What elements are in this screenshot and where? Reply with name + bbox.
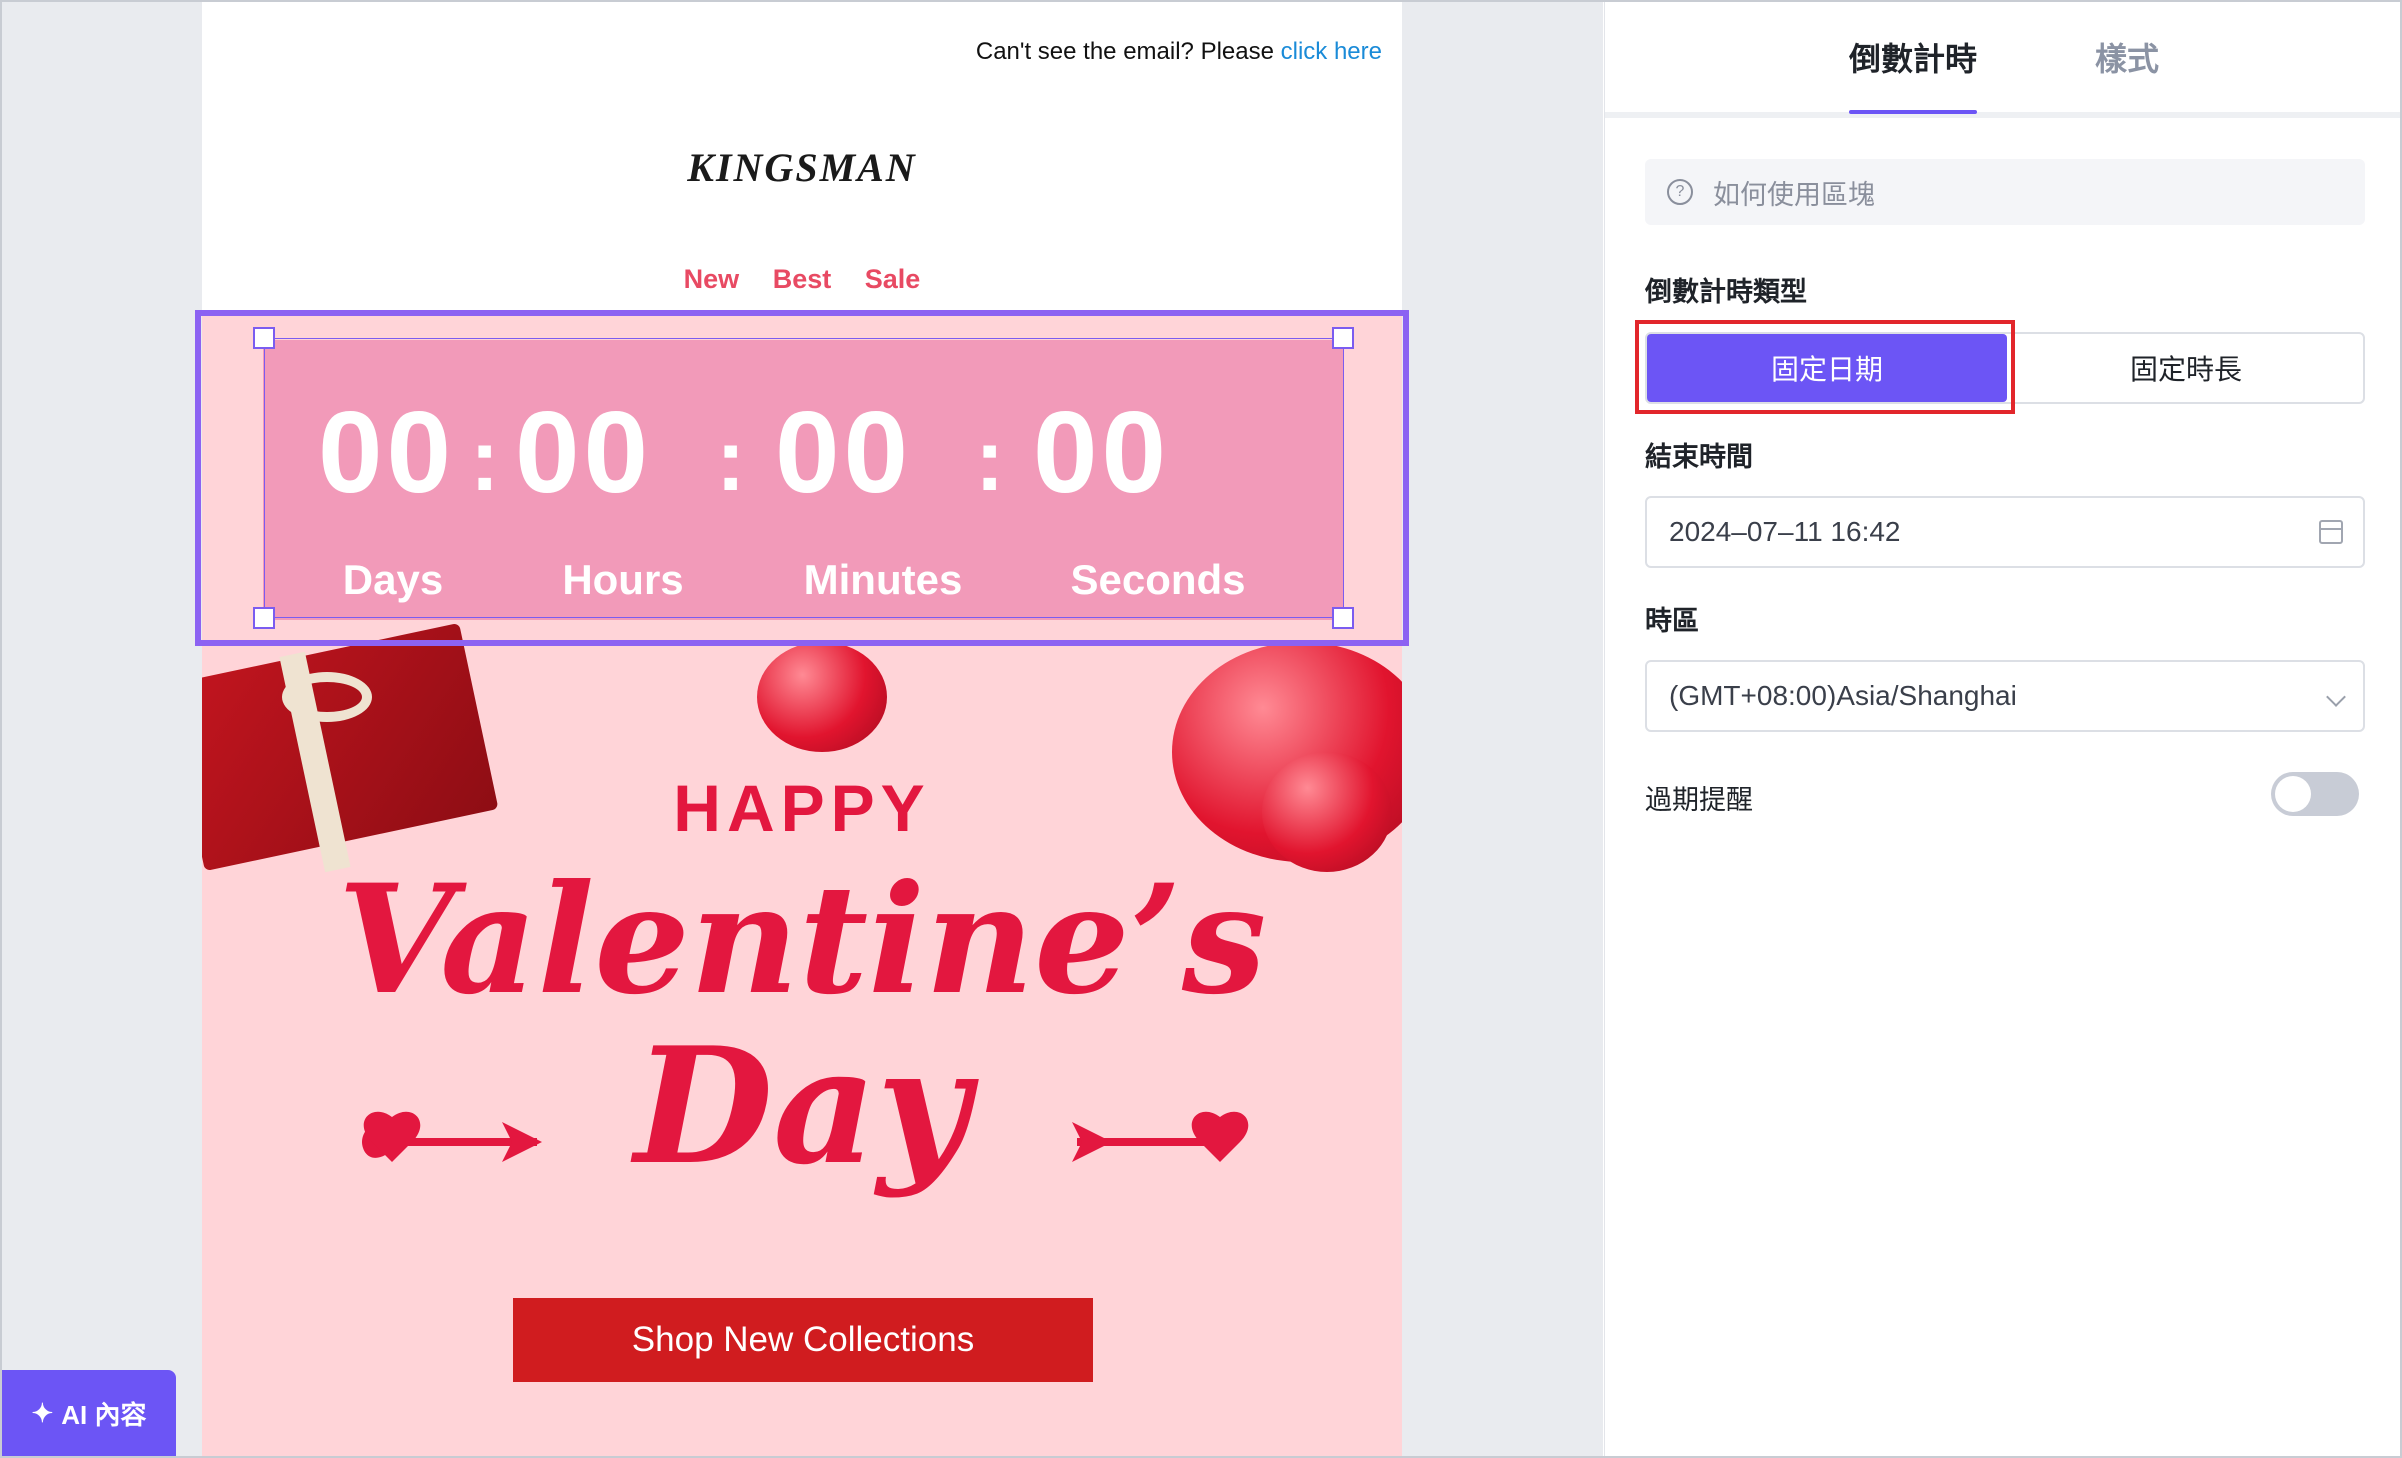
countdown-type-label: 倒數計時類型: [1645, 277, 1807, 307]
calendar-icon: [2319, 520, 2343, 550]
countdown-block[interactable]: 00 : 00 : 00 : 00 Days Hours Minutes Sec…: [263, 340, 1344, 620]
countdown-separator: :: [716, 410, 746, 509]
nav-item-new[interactable]: New: [684, 264, 740, 294]
editor-canvas: Can't see the email? Please click here K…: [2, 2, 1603, 1456]
email-preview: Can't see the email? Please click here K…: [202, 2, 1402, 1456]
timezone-select[interactable]: (GMT+08:00)Asia/Shanghai: [1645, 660, 2365, 732]
resize-handle[interactable]: [1332, 607, 1354, 629]
countdown-label-days: Days: [342, 556, 444, 603]
help-text: 如何使用區塊: [1713, 179, 1875, 210]
brand-logo: KINGSMAN: [687, 145, 917, 190]
active-tab-indicator: [1849, 110, 1977, 114]
end-time-field[interactable]: 2024–07–11 16:42: [1645, 496, 2365, 568]
click-here-link[interactable]: click here: [1281, 38, 1382, 65]
email-nav: New Best Sale: [202, 264, 1402, 295]
countdown-seconds: 00: [1033, 387, 1171, 517]
tab-style[interactable]: 樣式: [2095, 34, 2159, 80]
valentines-heading: Valentine’s: [337, 852, 1267, 1028]
expiry-reminder-toggle[interactable]: [2271, 772, 2359, 816]
valentine-hero: 00 : 00 : 00 : 00 Days Hours Minutes Sec…: [202, 312, 1402, 1456]
help-circle-icon: ?: [1667, 179, 1693, 205]
arrow-heart-left-icon: [362, 1111, 542, 1162]
fixed-date-option[interactable]: 固定日期: [1647, 334, 2007, 402]
ai-content-button[interactable]: ✦ AI 內容: [2, 1370, 176, 1456]
heart-decoration: [757, 642, 887, 752]
happy-heading: HAPPY: [673, 771, 931, 845]
panel-tabs: 倒數計時 樣式: [1605, 2, 2400, 118]
fixed-duration-option[interactable]: 固定時長: [2007, 334, 2365, 402]
resize-handle[interactable]: [253, 327, 275, 349]
timezone-label: 時區: [1645, 606, 1699, 636]
view-online-text: Can't see the email? Please: [975, 38, 1274, 65]
end-time-label: 結束時間: [1645, 442, 1753, 472]
how-to-use-block-link[interactable]: ? 如何使用區塊: [1645, 159, 2365, 225]
countdown-separator: :: [975, 410, 1005, 509]
tab-countdown[interactable]: 倒數計時: [1849, 34, 1977, 80]
arrow-heart-right-icon: [1072, 1111, 1249, 1162]
countdown-type-selector: 固定日期 固定時長: [1645, 332, 2365, 404]
expiry-reminder-row: 過期提醒: [1645, 772, 2365, 820]
timezone-value: (GMT+08:00)Asia/Shanghai: [1669, 680, 2017, 711]
countdown-label-seconds: Seconds: [1070, 556, 1246, 603]
properties-panel: 倒數計時 樣式 ? 如何使用區塊 倒數計時類型 固定日期 固定時長 結束時間 2…: [1604, 2, 2400, 1456]
resize-handle[interactable]: [253, 607, 275, 629]
countdown-separator: :: [470, 410, 500, 509]
countdown-label-hours: Hours: [562, 556, 684, 603]
expiry-reminder-label: 過期提醒: [1645, 785, 1753, 815]
nav-item-best[interactable]: Best: [773, 264, 832, 294]
ai-content-label: AI 內容: [61, 1399, 147, 1430]
view-online-notice: Can't see the email? Please click here: [976, 38, 1382, 66]
countdown-digits: 00 : 00 : 00 : 00: [263, 392, 1344, 512]
toggle-knob: [2275, 776, 2311, 812]
nav-item-sale[interactable]: Sale: [865, 264, 921, 294]
end-time-value: 2024–07–11 16:42: [1669, 516, 1901, 547]
countdown-days: 00: [318, 387, 456, 517]
chevron-down-icon: [2326, 684, 2346, 710]
sparkle-icon: ✦: [31, 1397, 54, 1428]
countdown-label-minutes: Minutes: [803, 556, 963, 603]
shop-new-collections-button[interactable]: Shop New Collections: [513, 1298, 1093, 1382]
countdown-hours: 00: [515, 387, 653, 517]
resize-handle[interactable]: [1332, 327, 1354, 349]
countdown-minutes: 00: [775, 387, 913, 517]
gift-box-image: [202, 622, 499, 882]
